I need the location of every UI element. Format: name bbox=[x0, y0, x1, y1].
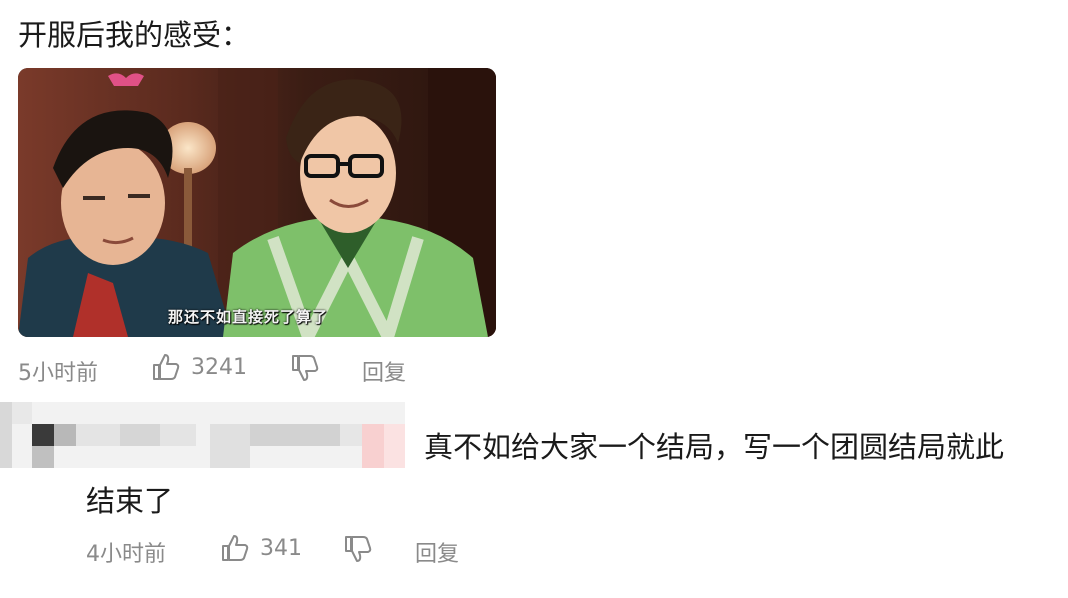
comment-2-text-line1: 真不如给大家一个结局，写一个团圆结局就此 bbox=[424, 430, 1005, 464]
comment-1-like-count: 3241 bbox=[191, 354, 247, 380]
comment-1-image[interactable]: 那还不如直接死了算了 bbox=[18, 68, 496, 337]
image-subtitle: 那还不如直接死了算了 bbox=[168, 308, 329, 326]
thumbs-down-icon bbox=[343, 535, 373, 563]
comment-2-dislike-button[interactable] bbox=[343, 535, 373, 563]
comment-1-meta: 5小时前 bbox=[18, 355, 98, 387]
comment-2-text-line2: 结束了 bbox=[86, 484, 174, 518]
comment-1-reply-button[interactable]: 回复 bbox=[362, 355, 406, 387]
comment-2-reply-button[interactable]: 回复 bbox=[415, 536, 459, 568]
comment-1-time: 5小时前 bbox=[18, 361, 98, 386]
thumbs-down-icon bbox=[290, 354, 320, 382]
comment-2-like-button[interactable]: 341 bbox=[220, 534, 302, 562]
comment-1-dislike-button[interactable] bbox=[290, 354, 320, 382]
thumbs-up-icon bbox=[220, 534, 250, 562]
comment-2-like-count: 341 bbox=[260, 535, 302, 561]
movie-still-illustration bbox=[18, 68, 496, 337]
comment-1-like-button[interactable]: 3241 bbox=[151, 353, 247, 381]
comment-1-text: 开服后我的感受： bbox=[18, 18, 251, 52]
comment-2-time: 4小时前 bbox=[86, 542, 166, 567]
blurred-username bbox=[0, 402, 405, 468]
thumbs-up-icon bbox=[151, 353, 181, 381]
